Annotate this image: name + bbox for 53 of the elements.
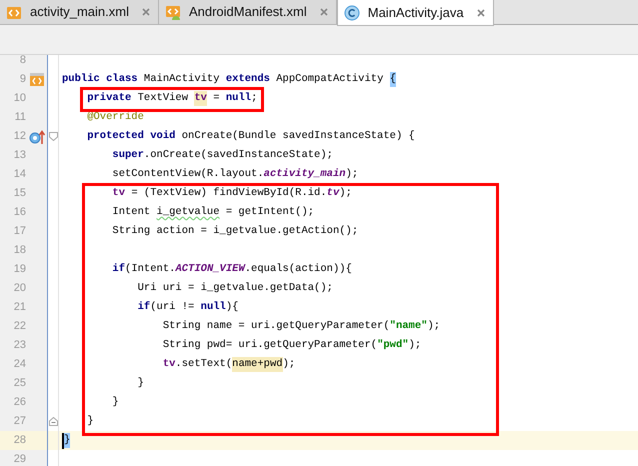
- line-number: 8: [18, 55, 26, 68]
- line-number: 11: [14, 110, 26, 125]
- fold-marker-icon[interactable]: [48, 132, 58, 141]
- code-line: Uri uri = i_getvalue.getData();: [136, 281, 333, 296]
- code-line: private TextView tv = null;: [86, 90, 258, 108]
- code-line: }: [111, 395, 119, 410]
- line-number: 12: [12, 129, 26, 144]
- code-line: String name = uri.getQueryParameter("name");: [162, 319, 440, 334]
- line-number: 16: [12, 205, 26, 220]
- editor-tab[interactable]: MainActivity.java: [336, 0, 494, 26]
- close-icon[interactable]: [140, 7, 151, 17]
- line-number: 13: [12, 148, 26, 163]
- code-line: public class MainActivity extends AppCompatActivity {: [62, 71, 396, 89]
- line-number: 28: [12, 433, 26, 448]
- line-number: 21: [12, 300, 26, 315]
- code-line: super.onCreate(savedInstanceState);: [111, 148, 333, 163]
- line-number: 18: [12, 243, 26, 258]
- line-number: 17: [12, 224, 26, 239]
- line-number: 19: [12, 262, 26, 277]
- line-number: 25: [12, 376, 26, 391]
- line-number: 29: [12, 452, 26, 466]
- close-icon[interactable]: [476, 8, 486, 18]
- code-line: if(uri != null){: [136, 300, 238, 315]
- code-line: if(Intent.ACTION_VIEW.equals(action)){: [111, 262, 352, 277]
- code-line: @Override: [86, 110, 144, 125]
- xml-file-icon: [6, 4, 22, 20]
- editor-tab[interactable]: AndroidManifest.xml: [158, 0, 337, 25]
- line-number: 14: [12, 167, 26, 182]
- code-line: protected void onCreate(Bundle savedInstanceState) {: [86, 129, 415, 144]
- line-number: 9: [18, 72, 26, 87]
- line-number: 10: [12, 91, 26, 106]
- code-line: String pwd= uri.getQueryParameter("pwd");: [162, 338, 422, 353]
- class-file-icon: [344, 4, 360, 20]
- code-line: Intent i_getvalue = getIntent();: [111, 205, 314, 220]
- code-line: }: [136, 376, 144, 391]
- override-method-icon: [28, 128, 44, 144]
- close-icon[interactable]: [318, 7, 329, 17]
- code-line: tv.setText(name+pwd);: [162, 356, 296, 374]
- line-number: 26: [12, 395, 26, 410]
- line-number: 22: [12, 319, 26, 334]
- manifest-file-icon: [164, 4, 181, 20]
- line-number: 24: [12, 357, 26, 372]
- line-number: 20: [12, 281, 26, 296]
- line-number: 23: [12, 338, 26, 353]
- xml-layout-icon: [30, 72, 44, 87]
- fold-marker-icon[interactable]: [48, 417, 58, 426]
- code-line: tv = (TextView) findViewById(R.id.tv);: [111, 186, 352, 201]
- line-number: 27: [12, 414, 26, 429]
- code-line: }: [86, 414, 94, 429]
- code-line: setContentView(R.layout.activity_main);: [111, 167, 358, 182]
- code-line: String action = i_getvalue.getAction();: [111, 224, 358, 239]
- editor-tab[interactable]: activity_main.xml: [0, 0, 159, 25]
- line-number: 15: [12, 186, 26, 201]
